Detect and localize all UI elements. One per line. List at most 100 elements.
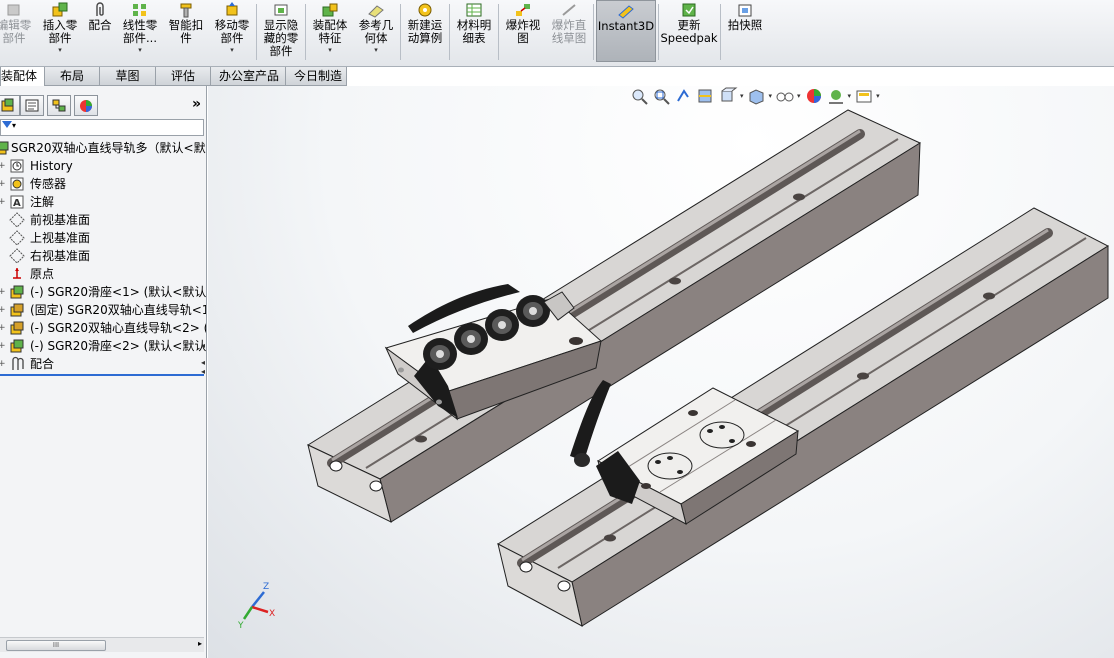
annotation-icon: A bbox=[9, 194, 25, 210]
explode-line-sketch-button[interactable]: 爆炸直 线草图 bbox=[547, 0, 591, 64]
expand-icon[interactable]: + bbox=[0, 359, 6, 369]
rollback-bar[interactable] bbox=[0, 374, 204, 376]
configuration-manager-icon bbox=[52, 99, 66, 112]
property-manager-icon bbox=[25, 99, 39, 112]
chevron-down-icon[interactable]: ▾ bbox=[374, 46, 378, 54]
move-component-button[interactable]: 移动零 部件 ▾ bbox=[210, 0, 254, 64]
tree-item-top-plane[interactable]: 上视基准面 bbox=[0, 229, 206, 247]
expand-icon[interactable]: + bbox=[0, 305, 6, 315]
insert-component-button[interactable]: 插入零 部件 ▾ bbox=[39, 0, 81, 64]
plane-icon bbox=[9, 230, 25, 246]
sensor-icon bbox=[9, 176, 25, 192]
roller-bearing bbox=[516, 295, 550, 327]
exploded-view-icon bbox=[514, 2, 532, 18]
mate-button[interactable]: 配合 bbox=[84, 0, 116, 64]
tree-item-origin[interactable]: 原点 bbox=[0, 265, 206, 283]
plane-icon bbox=[9, 212, 25, 228]
filter-icon bbox=[2, 121, 12, 128]
tree-item-component[interactable]: + (-) SGR20滑座<2> (默认<默认_ bbox=[0, 337, 206, 355]
collapse-arrow-icon[interactable]: ◂ bbox=[201, 341, 206, 351]
property-manager-tab[interactable] bbox=[20, 95, 44, 116]
scroll-right-icon[interactable]: ▸ bbox=[198, 639, 202, 648]
new-motion-study-button[interactable]: 新建运 动算例 bbox=[403, 0, 447, 64]
tree-root[interactable]: SGR20双轴心直线导轨多（默认<默认 bbox=[0, 139, 206, 157]
instant3d-button[interactable]: Instant3D bbox=[596, 0, 656, 62]
expand-icon[interactable]: + bbox=[0, 341, 6, 351]
tree-item-label: 前视基准面 bbox=[30, 213, 91, 227]
update-speedpak-button[interactable]: 更新 Speedpak bbox=[660, 0, 718, 64]
tree-item-annotations[interactable]: + A 注解 bbox=[0, 193, 206, 211]
tab-sketch[interactable]: 草图 bbox=[99, 67, 156, 86]
chevron-down-icon[interactable]: ▾ bbox=[138, 46, 142, 54]
tree-item-component[interactable]: + (-) SGR20双轴心直线导轨<2> (默 bbox=[0, 319, 206, 337]
triad-x-label: X bbox=[269, 609, 275, 619]
expand-icon[interactable]: + bbox=[0, 161, 6, 171]
tab-made-today[interactable]: 今日制造 bbox=[285, 67, 347, 86]
show-hidden-icon bbox=[272, 2, 290, 18]
scrollbar-thumb[interactable]: III bbox=[6, 640, 106, 651]
toolbar-separator bbox=[256, 4, 257, 60]
mates-icon bbox=[9, 356, 25, 372]
instant3d-label: Instant3D bbox=[597, 19, 655, 33]
collapse-arrow-icon[interactable]: ◂ bbox=[201, 367, 206, 377]
reference-geometry-label: 参考几 何体 bbox=[358, 18, 394, 45]
tree-item-front-plane[interactable]: 前视基准面 bbox=[0, 211, 206, 229]
tree-item-mates[interactable]: + 配合 bbox=[0, 355, 206, 373]
tree-item-component[interactable]: + (固定) SGR20双轴心直线导轨<1 bbox=[0, 301, 206, 319]
assembly-tree-icon bbox=[1, 98, 14, 112]
mounting-flange bbox=[647, 452, 693, 480]
tree-item-component[interactable]: + (-) SGR20滑座<1> (默认<默认_ bbox=[0, 283, 206, 301]
expand-icon[interactable]: + bbox=[0, 323, 6, 333]
roller-bearing bbox=[485, 309, 519, 341]
chevron-down-icon[interactable]: ▾ bbox=[230, 46, 234, 54]
tab-evaluate[interactable]: 评估 bbox=[155, 67, 211, 86]
take-snapshot-button[interactable]: 拍快照 bbox=[722, 0, 768, 64]
feature-manager-tab[interactable] bbox=[0, 95, 20, 116]
command-manager: 编辑零 部件 插入零 部件 ▾ 配合 线性零 部件... ▾ 智能扣 件 移动零… bbox=[0, 0, 1114, 67]
tab-layout[interactable]: 布局 bbox=[44, 67, 100, 86]
toolbar-separator bbox=[305, 4, 306, 60]
configuration-manager-tab[interactable] bbox=[47, 95, 71, 116]
bill-of-materials-button[interactable]: 材料明 细表 bbox=[452, 0, 496, 64]
reference-geometry-button[interactable]: 参考几 何体 ▾ bbox=[355, 0, 397, 64]
exploded-view-button[interactable]: 爆炸视 图 bbox=[501, 0, 545, 64]
more-tabs-button[interactable]: » bbox=[192, 96, 201, 112]
triad-z-label: Z bbox=[263, 582, 269, 592]
model-viewport[interactable]: Z X Y bbox=[208, 86, 1114, 658]
move-component-icon bbox=[223, 2, 241, 18]
expand-icon[interactable]: + bbox=[0, 287, 6, 297]
tab-assembly[interactable]: 装配体 bbox=[0, 67, 45, 86]
filter-input[interactable]: ▾ bbox=[0, 119, 204, 136]
chevron-down-icon[interactable]: ▾ bbox=[12, 121, 16, 130]
chevron-down-icon[interactable]: ▾ bbox=[328, 46, 332, 54]
insert-component-icon bbox=[51, 2, 69, 18]
expand-icon[interactable]: + bbox=[0, 179, 6, 189]
horizontal-scrollbar[interactable]: III ▸ bbox=[0, 637, 204, 652]
tree-item-label: History bbox=[30, 159, 73, 173]
show-hidden-label: 显示隐 藏的零 部件 bbox=[263, 18, 299, 58]
tab-office-products[interactable]: 办公室产品 bbox=[210, 67, 286, 86]
mounting-flange bbox=[699, 421, 745, 449]
smart-fasteners-button[interactable]: 智能扣 件 bbox=[165, 0, 207, 64]
bom-table-icon bbox=[465, 2, 483, 18]
graphics-area[interactable]: ▾ ▾ ▾ ▾ ▾ Z X Y bbox=[208, 86, 1114, 658]
expand-icon[interactable]: + bbox=[0, 197, 6, 207]
bill-of-materials-label: 材料明 细表 bbox=[456, 18, 492, 45]
chevron-down-icon[interactable]: ▾ bbox=[58, 46, 62, 54]
linear-pattern-label: 线性零 部件... bbox=[122, 18, 158, 45]
tree-item-right-plane[interactable]: 右视基准面 bbox=[0, 247, 206, 265]
assembly-icon bbox=[0, 140, 10, 156]
manager-tabs: » bbox=[0, 93, 206, 117]
tree-item-sensors[interactable]: + 传感器 bbox=[0, 175, 206, 193]
display-manager-tab[interactable] bbox=[74, 95, 98, 116]
edit-component-button[interactable]: 编辑零 部件 bbox=[0, 0, 34, 64]
explode-line-sketch-label: 爆炸直 线草图 bbox=[551, 18, 587, 45]
tree-item-label: 右视基准面 bbox=[30, 249, 91, 263]
smart-fasteners-label: 智能扣 件 bbox=[168, 18, 204, 45]
assembly-features-button[interactable]: 装配体 特征 ▾ bbox=[308, 0, 352, 64]
tree-item-history[interactable]: + History bbox=[0, 157, 206, 175]
edit-component-icon bbox=[5, 2, 23, 18]
insert-component-label: 插入零 部件 bbox=[42, 18, 78, 45]
show-hidden-components-button[interactable]: 显示隐 藏的零 部件 bbox=[259, 0, 303, 64]
linear-pattern-button[interactable]: 线性零 部件... ▾ bbox=[119, 0, 161, 64]
